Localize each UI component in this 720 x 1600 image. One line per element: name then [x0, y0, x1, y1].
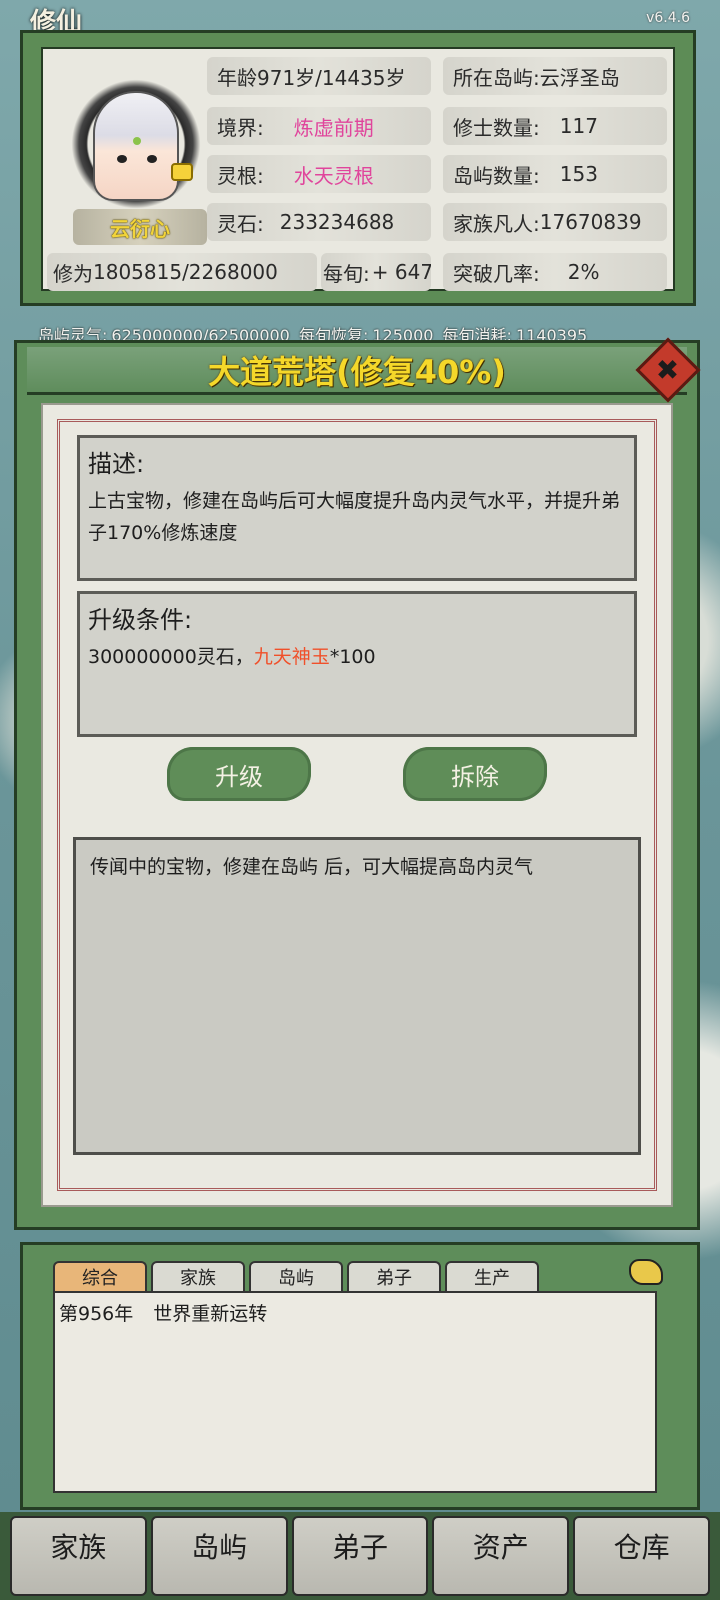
stat-cultivators-value: 117 [559, 114, 598, 138]
character-stats-paper: 云衍心 年龄 971岁/14435岁 所在岛屿: 云浮圣岛 境界: 炼虚前期 修士数量… [41, 47, 675, 291]
upgrade-item: 九天神玉 [253, 646, 330, 668]
stat-location-value: 云浮圣岛 [539, 65, 620, 90]
stat-cultivation-value: 1805815/2268000 [93, 260, 278, 284]
log-body: 第956年 世界重新运转 [53, 1291, 657, 1493]
stat-mortals-value: 17670839 [539, 210, 642, 234]
description-panel: 描述: 上古宝物，修建在岛屿后可大幅度提升岛内灵气水平，并提升弟子170%修炼速… [77, 435, 637, 581]
tab-production[interactable]: 生产 [445, 1261, 539, 1291]
stat-root-label: 灵根: [217, 163, 264, 188]
stat-islands: 岛屿数量: 153 [443, 155, 667, 193]
stat-islands-label: 岛屿数量: [453, 163, 540, 188]
character-name[interactable]: 云衍心 [73, 209, 207, 245]
modal-title: 大道荒塔(修复40%) [27, 347, 687, 395]
version-label: v6.4.6 [646, 10, 690, 26]
event-log-panel: 综合 家族 岛屿 弟子 生产 第956年 世界重新运转 [20, 1242, 700, 1510]
hair-bow-icon [171, 163, 193, 181]
stat-age-value: 971岁/14435岁 [257, 65, 406, 90]
building-detail-modal: 大道荒塔(修复40%) ✖ 描述: 上古宝物，修建在岛屿后可大幅度提升岛内灵气水… [14, 337, 701, 1230]
upgrade-button[interactable]: 升级 [167, 747, 311, 801]
upgrade-cost: 300000000灵石， [88, 646, 254, 668]
avatar[interactable] [71, 79, 201, 209]
stat-cultivation-label: 修为 [53, 261, 93, 286]
stat-per-turn-label: 每旬: [323, 261, 370, 286]
stat-cultivators: 修士数量: 117 [443, 107, 667, 145]
nav-assets-button[interactable]: 资产 [432, 1516, 570, 1596]
stat-mortals-label: 家族凡人: [453, 211, 540, 236]
modal-paper: 描述: 上古宝物，修建在岛屿后可大幅度提升岛内灵气水平，并提升弟子170%修炼速… [41, 403, 673, 1207]
stat-breakthrough-value: 2% [567, 260, 600, 284]
demolish-button[interactable]: 拆除 [403, 747, 547, 801]
character-stats-panel: 云衍心 年龄 971岁/14435岁 所在岛屿: 云浮圣岛 境界: 炼虚前期 修士数量… [20, 30, 696, 306]
lore-box: 传闻中的宝物，修建在岛屿 后，可大幅提高岛内灵气 [73, 837, 641, 1155]
stat-mortals: 家族凡人: 17670839 [443, 203, 667, 241]
stat-spirit-stone-label: 灵石: [217, 211, 264, 236]
stat-realm: 境界: 炼虚前期 [207, 107, 431, 145]
log-tabs: 综合 家族 岛屿 弟子 生产 [53, 1261, 539, 1291]
tab-family[interactable]: 家族 [151, 1261, 245, 1291]
stat-realm-value: 炼虚前期 [293, 115, 374, 140]
close-icon: ✖ [656, 353, 680, 387]
stat-age-label: 年龄 [217, 65, 257, 90]
upgrade-conditions-title: 升级条件: [88, 606, 193, 634]
stat-breakthrough-label: 突破几率: [453, 261, 540, 286]
stat-location-label: 所在岛屿: [453, 65, 540, 90]
stat-root: 灵根: 水天灵根 [207, 155, 431, 193]
stat-cultivators-label: 修士数量: [453, 115, 540, 140]
stat-spirit-stone: 灵石: 233234688 [207, 203, 431, 241]
nav-warehouse-button[interactable]: 仓库 [573, 1516, 710, 1596]
log-entry-year: 第956年 [59, 1303, 134, 1325]
upgrade-conditions-panel: 升级条件: 300000000灵石，九天神玉*100 [77, 591, 637, 737]
description-text: 上古宝物，修建在岛屿后可大幅度提升岛内灵气水平，并提升弟子170%修炼速度 [88, 490, 621, 544]
horn-icon[interactable] [629, 1259, 663, 1285]
nav-disciples-button[interactable]: 弟子 [291, 1516, 429, 1596]
stat-islands-value: 153 [559, 162, 598, 186]
tab-island[interactable]: 岛屿 [249, 1261, 343, 1291]
stat-spirit-stone-value: 233234688 [279, 210, 395, 234]
bottom-nav: 家族 岛屿 弟子 资产 仓库 [0, 1512, 720, 1600]
log-entry-text: 世界重新运转 [153, 1303, 268, 1325]
stat-realm-label: 境界: [217, 115, 264, 140]
character-portrait-icon [93, 91, 179, 201]
forehead-gem-icon [133, 137, 141, 145]
upgrade-qty: *100 [329, 646, 376, 668]
lore-text: 传闻中的宝物，修建在岛屿 后，可大幅提高岛内灵气 [90, 856, 534, 878]
upgrade-conditions-text: 300000000灵石，九天神玉*100 [88, 641, 626, 673]
island-qi-ticker: 岛屿灵气: 625000000/62500000 每旬恢复: 125000 每旬消耗… [0, 322, 720, 342]
stat-breakthrough: 突破几率: 2% [443, 253, 667, 291]
log-entry: 第956年 世界重新运转 [59, 1299, 651, 1326]
nav-family-button[interactable]: 家族 [10, 1516, 147, 1596]
tab-general[interactable]: 综合 [53, 1261, 147, 1291]
tab-disciples[interactable]: 弟子 [347, 1261, 441, 1291]
nav-island-button[interactable]: 岛屿 [150, 1516, 288, 1596]
stat-cultivation: 修为 1805815/2268000 [47, 253, 317, 291]
stat-per-turn-value: + 647 [371, 260, 431, 284]
stat-root-value: 水天灵根 [293, 163, 374, 188]
description-title: 描述: [88, 450, 145, 478]
stat-age: 年龄 971岁/14435岁 [207, 57, 431, 95]
stat-per-turn: 每旬: + 647 [321, 253, 431, 291]
stat-location: 所在岛屿: 云浮圣岛 [443, 57, 667, 95]
